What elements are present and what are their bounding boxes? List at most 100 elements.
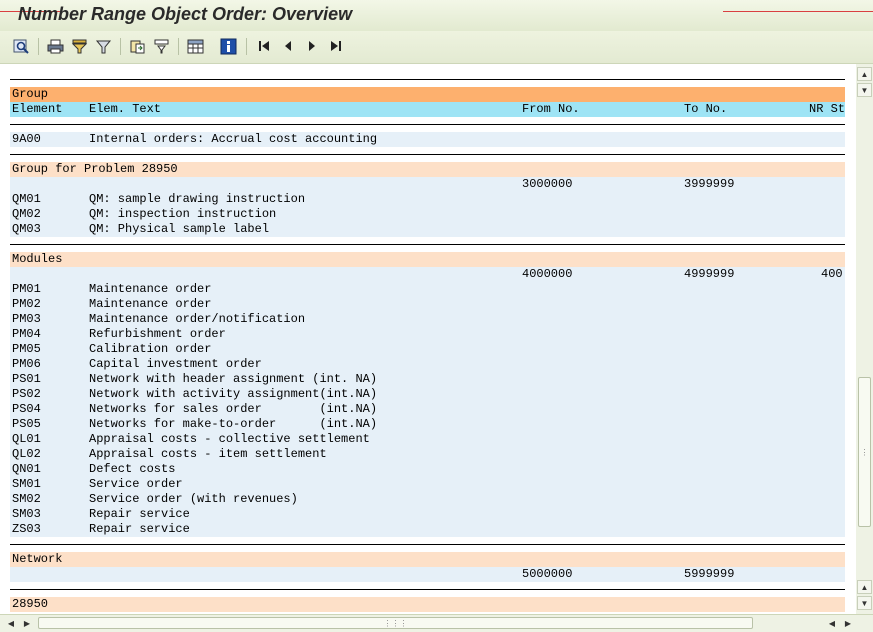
table-row[interactable]: QM03 QM: Physical sample label — [10, 222, 845, 237]
element-text: Networks for sales order (int.NA) — [89, 402, 378, 416]
element-code: QN01 — [12, 462, 41, 476]
element-code: 9A00 — [12, 132, 41, 146]
element-code: PS01 — [12, 372, 41, 386]
group-range-row: 3000000 3999999 — [10, 177, 845, 192]
toolbar-separator — [246, 38, 247, 55]
element-text: Network with activity assignment(int.NA) — [89, 387, 378, 401]
vertical-scrollbar[interactable]: ▲ ▼ ⋮ ▲ ▼ — [856, 64, 873, 615]
element-text: QM: Physical sample label — [89, 222, 270, 236]
element-code: SM03 — [12, 507, 41, 521]
group-title-row[interactable]: 28950 — [10, 597, 845, 612]
element-code: ZS03 — [12, 522, 41, 536]
element-text: Appraisal costs - item settlement — [89, 447, 327, 461]
layout-grid-icon[interactable] — [186, 37, 204, 55]
vertical-scroll-thumb[interactable]: ⋮ — [858, 377, 871, 527]
table-row[interactable]: PS05 Networks for make-to-order (int.NA) — [10, 417, 845, 432]
scroll-up-icon[interactable]: ▲ — [857, 67, 872, 81]
element-text: QM: sample drawing instruction — [89, 192, 306, 206]
table-row[interactable]: QL02 Appraisal costs - item settlement — [10, 447, 845, 462]
divider — [10, 589, 845, 590]
element-text: Service order (with revenues) — [89, 492, 298, 506]
title-decoration-line — [723, 11, 873, 12]
element-text: Repair service — [89, 507, 190, 521]
element-text: Maintenance order — [89, 282, 212, 296]
table-row[interactable]: PM01 Maintenance order — [10, 282, 845, 297]
table-row[interactable]: PM03 Maintenance order/notification — [10, 312, 845, 327]
table-row[interactable]: ZS03 Repair service — [10, 522, 845, 537]
scroll-up-icon[interactable]: ▲ — [857, 580, 872, 594]
group-title-row[interactable]: Modules — [10, 252, 845, 267]
group-name: Group for Problem 28950 — [12, 162, 178, 176]
element-text: Capital investment order — [89, 357, 262, 371]
table-row[interactable]: PM06 Capital investment order — [10, 357, 845, 372]
first-page-icon[interactable] — [255, 37, 273, 55]
previous-page-icon[interactable] — [279, 37, 297, 55]
table-row[interactable]: SM02 Service order (with revenues) — [10, 492, 845, 507]
scroll-down-icon[interactable]: ▼ — [857, 83, 872, 97]
element-code: PM01 — [12, 282, 41, 296]
list-output: Group Element Elem. Text From No. To No.… — [0, 64, 855, 614]
table-row[interactable]: QL01 Appraisal costs - collective settlem… — [10, 432, 845, 447]
toolbar-separator — [120, 38, 121, 55]
element-text: Defect costs — [89, 462, 176, 476]
group-range-row: 5000000 5999999 — [10, 567, 845, 582]
scroll-right-icon[interactable]: ▶ — [841, 617, 855, 630]
element-text: Maintenance order — [89, 297, 212, 311]
table-row[interactable]: SM03 Repair service — [10, 507, 845, 522]
element-text: Repair service — [89, 522, 190, 536]
find-icon[interactable] — [12, 37, 30, 55]
group-name: Modules — [12, 252, 63, 266]
horizontal-scrollbar[interactable]: ◀ ▶ ⋮⋮⋮ ◀ ▶ — [0, 614, 873, 632]
table-row[interactable]: PS02 Network with activity assignment(int… — [10, 387, 845, 402]
toolbar-separator — [178, 38, 179, 55]
element-text: Service order — [89, 477, 183, 491]
element-code: QL01 — [12, 432, 41, 446]
group-title-row[interactable]: Group for Problem 28950 — [10, 162, 845, 177]
next-page-icon[interactable] — [303, 37, 321, 55]
element-text: QM: inspection instruction — [89, 207, 277, 221]
table-row[interactable]: 9A00 Internal orders: Accrual cost accou… — [10, 132, 845, 147]
last-page-icon[interactable] — [327, 37, 345, 55]
table-row[interactable]: QN01 Defect costs — [10, 462, 845, 477]
table-row[interactable]: PS04 Networks for sales order (int.NA) — [10, 402, 845, 417]
scroll-left-icon[interactable]: ◀ — [4, 617, 18, 630]
range-nr-status: 400 — [821, 267, 843, 281]
info-icon[interactable] — [219, 37, 237, 55]
divider — [10, 244, 845, 245]
scroll-left-icon[interactable]: ◀ — [825, 617, 839, 630]
table-row[interactable]: QM02 QM: inspection instruction — [10, 207, 845, 222]
element-text: Appraisal costs - collective settlement — [89, 432, 370, 446]
header-group-row: Group — [10, 87, 845, 102]
table-row[interactable]: SM01 Service order — [10, 477, 845, 492]
element-code: PM02 — [12, 297, 41, 311]
table-row[interactable]: PS01 Network with header assignment (int.… — [10, 372, 845, 387]
header-group: Group — [12, 87, 49, 101]
table-row[interactable]: PM04 Refurbishment order — [10, 327, 845, 342]
group-title-row[interactable]: Network — [10, 552, 845, 567]
element-text: Internal orders: Accrual cost accounting — [89, 132, 378, 146]
export-icon[interactable] — [128, 37, 146, 55]
header-nr-status: NR St — [809, 102, 846, 116]
horizontal-scroll-thumb[interactable]: ⋮⋮⋮ — [38, 617, 753, 629]
print-icon[interactable] — [46, 37, 64, 55]
element-code: QM01 — [12, 192, 41, 206]
scroll-right-icon[interactable]: ▶ — [20, 617, 34, 630]
element-code: SM01 — [12, 477, 41, 491]
range-to: 4999999 — [684, 267, 735, 281]
scroll-down-icon[interactable]: ▼ — [857, 596, 872, 610]
header-elem-text: Elem. Text — [89, 102, 162, 116]
group-name: 28950 — [12, 597, 49, 611]
page-title: Number Range Object Order: Overview — [18, 4, 353, 24]
table-row[interactable]: PM02 Maintenance order — [10, 297, 845, 312]
element-code: QL02 — [12, 447, 41, 461]
filter-set-icon[interactable] — [94, 37, 112, 55]
table-row[interactable]: PM05 Calibration order — [10, 342, 845, 357]
filter-icon[interactable] — [70, 37, 88, 55]
divider — [10, 79, 845, 80]
element-code: PM03 — [12, 312, 41, 326]
table-row[interactable]: QM01 QM: sample drawing instruction — [10, 192, 845, 207]
sort-icon[interactable] — [152, 37, 170, 55]
group-range-row: 4000000 4999999 400 — [10, 267, 845, 282]
element-code: PM06 — [12, 357, 41, 371]
element-code: PM04 — [12, 327, 41, 341]
